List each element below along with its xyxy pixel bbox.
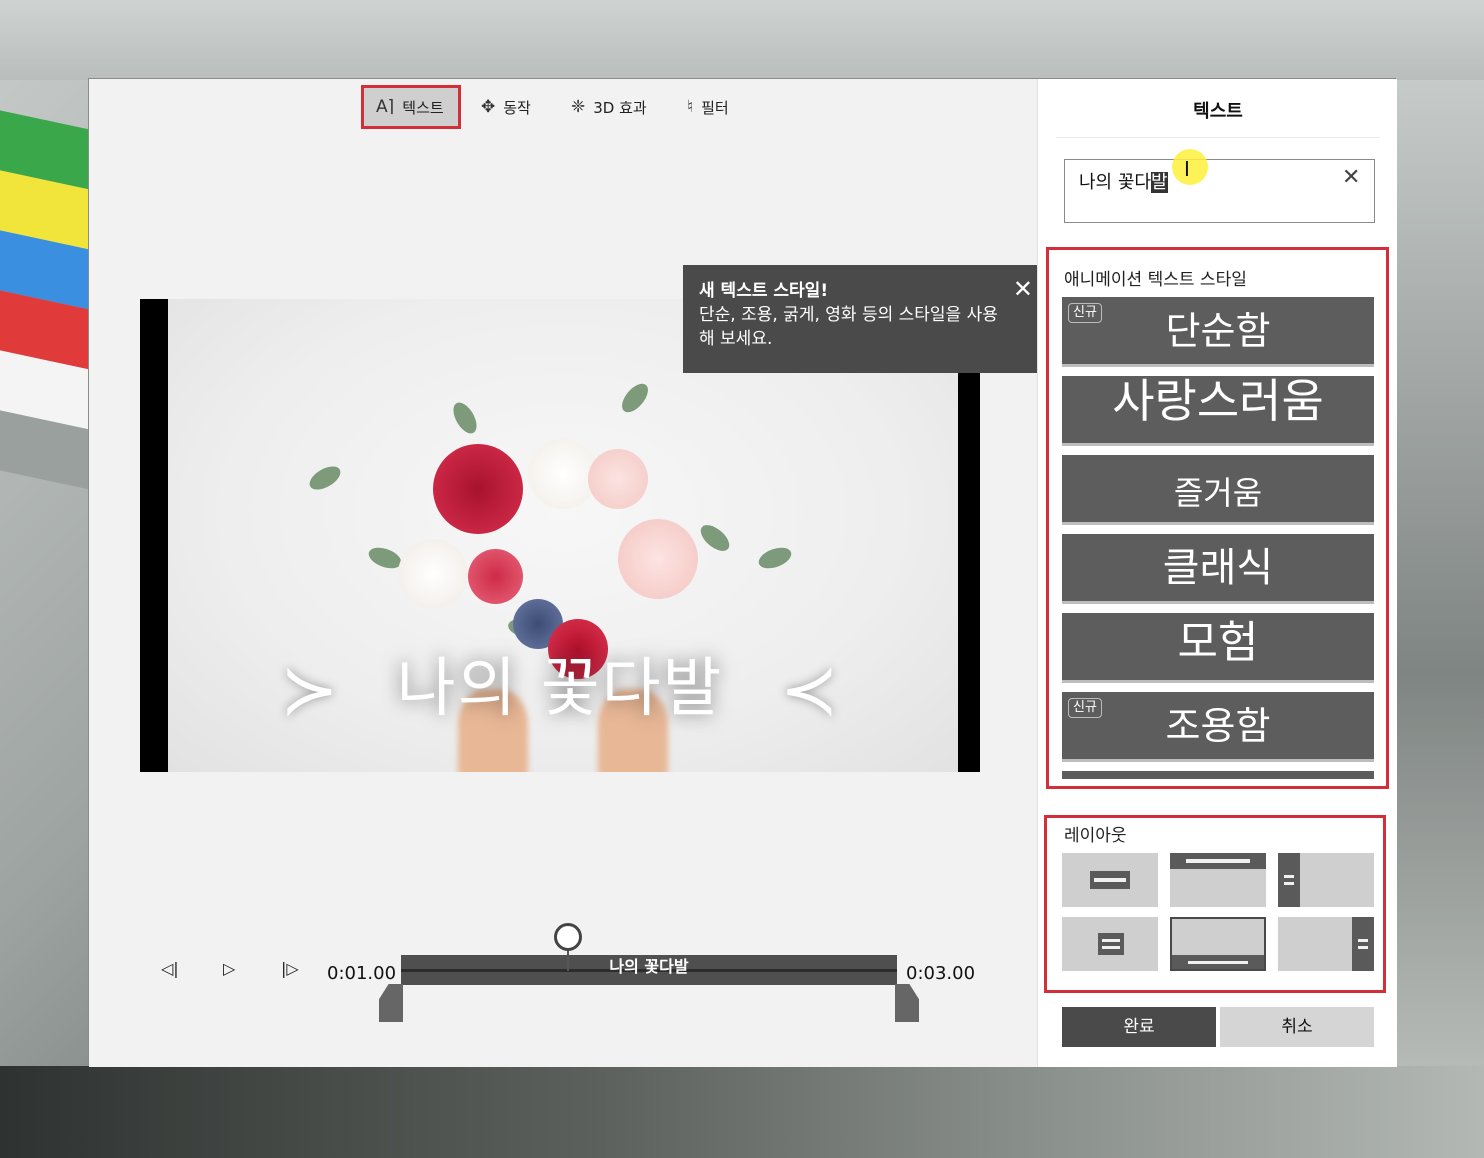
desktop-color-stripes <box>0 110 90 540</box>
layout-text-line <box>1102 939 1120 942</box>
text-settings-panel: 텍스트 나의 꽃다발 I ✕ 애니메이션 텍스트 스타일 신규 단순함 사랑스러… <box>1037 79 1397 1067</box>
new-text-style-tooltip: 새 텍스트 스타일! 단순, 조용, 굵게, 영화 등의 스타일을 사용해 보세… <box>683 265 1059 373</box>
leaf-shape <box>305 461 345 495</box>
red-rose <box>433 444 523 534</box>
tooltip-body: 단순, 조용, 굵게, 영화 등의 스타일을 사용해 보세요. <box>699 305 998 349</box>
style-card-partial[interactable] <box>1062 771 1374 779</box>
leaf-shape <box>448 398 482 438</box>
cancel-button[interactable]: 취소 <box>1220 1007 1374 1047</box>
layout-text-line <box>1284 882 1294 885</box>
trim-end-handle[interactable] <box>895 984 919 1022</box>
playhead-handle[interactable] <box>554 923 582 951</box>
text-input-field[interactable]: 나의 꽃다발 <box>1064 159 1375 223</box>
video-editor-window: A⌉ 텍스트 ✥ 동작 ❈ 3D 효과 ♮ 필터 ≻ ≺ 나의 꽃다발 새 텍스… <box>88 78 1397 1067</box>
preview-title-overlay: 나의 꽃다발 <box>396 652 724 726</box>
layout-center[interactable] <box>1062 853 1158 907</box>
toolbar-motion-button[interactable]: ✥ 동작 <box>469 85 543 129</box>
layout-text-line <box>1094 878 1126 882</box>
style-card-label: 즐거움 <box>1173 474 1263 512</box>
toolbar-3d-effects-label: 3D 효과 <box>593 98 647 117</box>
style-card-classic[interactable]: 클래식 <box>1062 534 1374 604</box>
step-forward-button[interactable]: |▷ <box>281 959 299 978</box>
style-card-label: 사랑스러움 <box>1112 374 1324 428</box>
trim-start-handle[interactable] <box>379 984 403 1022</box>
start-time: 0:01.00 <box>327 963 397 984</box>
end-time: 0:03.00 <box>906 963 976 984</box>
new-badge: 신규 <box>1068 698 1102 718</box>
style-card-label: 단순함 <box>1165 309 1271 353</box>
leaf-shape <box>755 543 795 573</box>
style-card-joyful[interactable]: 즐거움 <box>1062 455 1374 525</box>
layout-text-block <box>1278 853 1300 907</box>
layout-text-line <box>1358 946 1368 949</box>
mouse-cursor-highlight <box>1172 149 1208 185</box>
style-card-label: 모험 <box>1177 617 1259 668</box>
white-flower <box>398 539 468 609</box>
done-button[interactable]: 완료 <box>1062 1007 1216 1047</box>
toolbar-filter-button[interactable]: ♮ 필터 <box>675 85 741 129</box>
play-button[interactable]: ▷ <box>223 959 235 978</box>
desktop-background-bottom <box>0 1066 1484 1158</box>
style-card-simple[interactable]: 신규 단순함 <box>1062 297 1374 367</box>
toolbar-text-button[interactable]: A⌉ 텍스트 <box>361 85 461 129</box>
style-card-adventure[interactable]: 모험 <box>1062 613 1374 683</box>
pink-rose <box>618 519 698 599</box>
sparkle-icon: ❈ <box>571 97 586 117</box>
new-badge: 신규 <box>1068 303 1102 323</box>
layout-text-block <box>1098 933 1124 955</box>
style-card-quiet[interactable]: 신규 조용함 <box>1062 692 1374 762</box>
layout-left[interactable] <box>1278 853 1374 907</box>
toolbar-filter-label: 필터 <box>701 98 729 117</box>
layout-text-line <box>1358 939 1368 942</box>
layout-section-label: 레이아웃 <box>1064 826 1127 846</box>
toolbar-motion-label: 동작 <box>503 98 531 117</box>
layout-text-line <box>1188 961 1248 964</box>
layout-bottom[interactable] <box>1170 917 1266 971</box>
layout-text-line <box>1102 946 1120 949</box>
layout-center-stacked[interactable] <box>1062 917 1158 971</box>
clear-text-icon[interactable]: ✕ <box>1342 165 1360 190</box>
text-cursor-icon: I <box>1184 157 1190 181</box>
toolbar-text-label: 텍스트 <box>402 98 444 117</box>
motion-icon: ✥ <box>481 97 496 117</box>
style-card-label: 조용함 <box>1165 704 1271 748</box>
layout-text-block <box>1352 917 1374 971</box>
editor-left-pane: A⌉ 텍스트 ✥ 동작 ❈ 3D 효과 ♮ 필터 ≻ ≺ 나의 꽃다발 새 텍스… <box>89 79 1059 1067</box>
leaf-shape <box>696 520 734 556</box>
layout-text-line <box>1284 875 1294 878</box>
toolbar-3d-effects-button[interactable]: ❈ 3D 효과 <box>559 85 659 129</box>
leaf-shape <box>617 379 653 417</box>
text-icon: A⌉ <box>376 97 395 117</box>
layout-right[interactable] <box>1278 917 1374 971</box>
pink-rose <box>588 449 648 509</box>
red-flower <box>468 549 523 604</box>
desktop-background-right <box>1396 80 1484 1066</box>
panel-divider <box>1056 137 1380 138</box>
step-back-button[interactable]: ◁| <box>161 959 179 978</box>
close-icon[interactable]: ✕ <box>1013 277 1033 301</box>
text-input-value: 나의 꽃다 <box>1079 172 1151 193</box>
style-card-lovely[interactable]: 사랑스러움 <box>1062 376 1374 446</box>
desktop-background-top <box>0 0 1484 80</box>
playhead-line <box>567 949 569 971</box>
paint-brush-icon: ♮ <box>687 97 694 117</box>
timeline-clip-label: 나의 꽃다발 <box>609 957 689 976</box>
styles-section-label: 애니메이션 텍스트 스타일 <box>1064 270 1247 290</box>
style-card-label: 클래식 <box>1162 545 1274 591</box>
tooltip-title: 새 텍스트 스타일! <box>699 281 829 301</box>
panel-title: 텍스트 <box>1193 101 1243 122</box>
layout-text-line <box>1186 859 1250 863</box>
layout-top[interactable] <box>1170 853 1266 907</box>
text-input-selection: 발 <box>1150 172 1168 193</box>
